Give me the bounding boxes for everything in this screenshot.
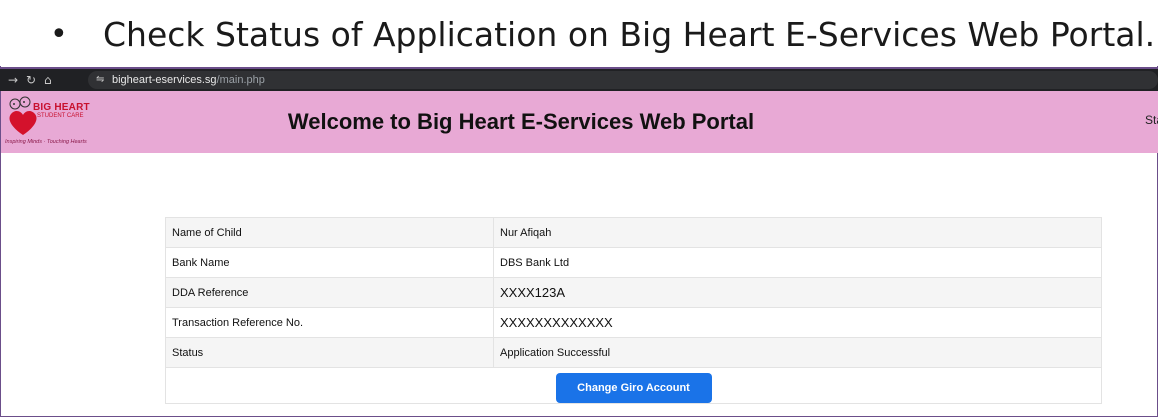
site-header: BIG HEART STUDENT CARE Inspiring Minds ·… [1,91,1158,153]
arrow-right-icon[interactable]: → [8,71,18,89]
browser-toolbar: → ↻ ⌂ ⇋ bigheart-eservices.sg/main.php [0,67,1158,91]
table-row: Status Application Successful [165,337,1102,368]
home-icon[interactable]: ⌂ [44,71,52,89]
slide-header: • Check Status of Application on Big Hea… [0,0,1158,66]
row-value: XXXXXXXXXXXXX [493,307,1102,338]
url-path: /main.php [216,74,265,86]
row-label: Status [165,337,494,368]
row-label: DDA Reference [165,277,494,308]
table-row: Name of Child Nur Afiqah [165,217,1102,248]
status-value: Application Successful [493,337,1102,368]
application-details-table: Name of Child Nur Afiqah Bank Name DBS B… [165,217,1102,404]
url-host: bigheart-eservices.sg [112,74,217,86]
row-label: Bank Name [165,247,494,278]
row-label: Name of Child [165,217,494,248]
table-row: Bank Name DBS Bank Ltd [165,247,1102,278]
bullet-point: • [50,17,68,52]
header-right-link[interactable]: Sta [1145,91,1158,149]
address-bar[interactable]: ⇋ bigheart-eservices.sg/main.php [88,71,1158,89]
row-value: Nur Afiqah [493,217,1102,248]
row-value: DBS Bank Ltd [493,247,1102,278]
welcome-heading: Welcome to Big Heart E-Services Web Port… [287,109,755,134]
table-row: DDA Reference XXXX123A [165,277,1102,308]
table-row: Change Giro Account [165,367,1102,404]
site-settings-icon[interactable]: ⇋ [96,71,104,89]
action-cell: Change Giro Account [165,367,1102,404]
row-value: XXXX123A [493,277,1102,308]
reload-icon[interactable]: ↻ [26,71,36,89]
slide-title: Check Status of Application on Big Heart… [103,15,1156,54]
change-giro-account-button[interactable]: Change Giro Account [555,373,712,403]
table-row: Transaction Reference No. XXXXXXXXXXXXX [165,307,1102,338]
url-text: bigheart-eservices.sg/main.php [112,71,265,89]
row-label: Transaction Reference No. [165,307,494,338]
